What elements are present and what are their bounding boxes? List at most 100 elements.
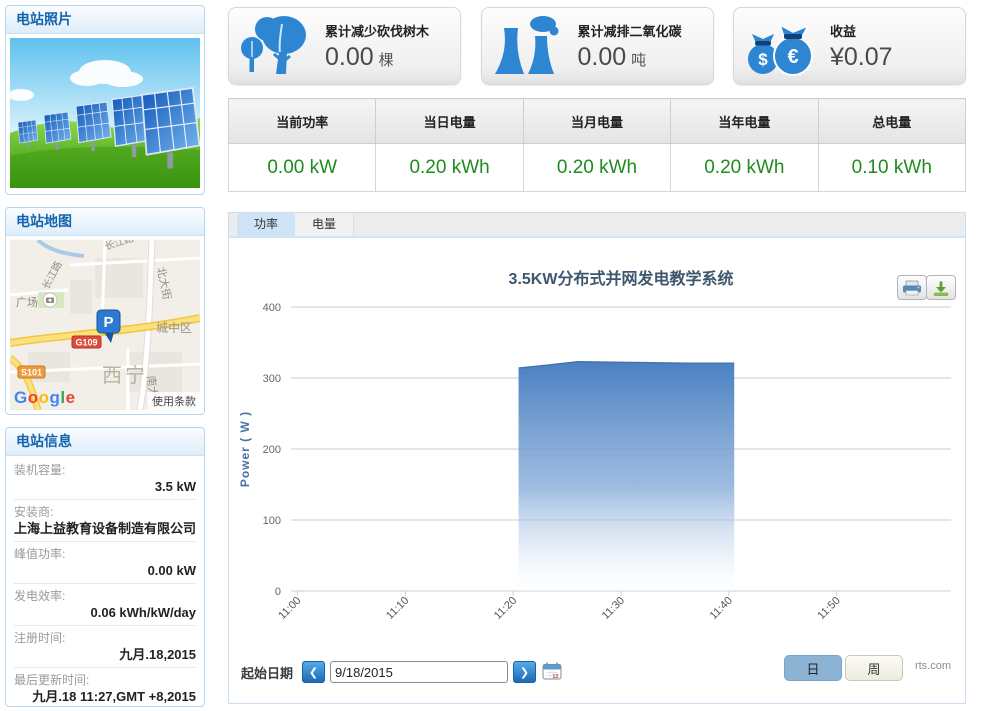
info-field-installer: 安装商: 上海上益教育设备制造有限公司 <box>14 500 196 542</box>
svg-text:12: 12 <box>552 673 558 679</box>
print-chart-button[interactable] <box>897 275 927 300</box>
photo-panel: 电站照片 <box>5 5 205 195</box>
svg-text:11:00: 11:00 <box>276 595 303 622</box>
svg-text:3.5KW分布式并网发电教学系统: 3.5KW分布式并网发电教学系统 <box>509 269 734 288</box>
main-content: 累计减少砍伐树木 0.00棵 累计减排二氧化碳 0.00吨 <box>228 7 966 704</box>
stats-header: 当日电量 <box>376 99 523 144</box>
cooling-towers-icon <box>491 14 569 78</box>
svg-text:P: P <box>103 314 113 331</box>
next-day-button[interactable]: ❯ <box>513 661 536 683</box>
calendar-icon: 12 <box>542 662 562 680</box>
stats-header: 当年电量 <box>671 99 818 144</box>
svg-text:Power ( W ): Power ( W ) <box>238 411 252 487</box>
trees-icon <box>238 14 316 78</box>
chart-tabs: 功率 电量 <box>229 213 965 238</box>
info-panel-title: 电站信息 <box>6 428 204 456</box>
info-field-registered: 注册时间: 九月.18,2015 <box>14 626 196 668</box>
map-canvas[interactable]: 长江路 长江路 北大街 南大街 广场 城中区 西宁 G109 S101 <box>10 240 200 410</box>
info-field-peak-power: 峰值功率: 0.00 kW <box>14 542 196 584</box>
tab-energy[interactable]: 电量 <box>295 213 354 236</box>
map-plaza-label: 广场 <box>16 295 38 309</box>
card-value: ¥0.07 <box>830 43 965 72</box>
svg-text:11:30: 11:30 <box>600 595 627 622</box>
download-chart-button[interactable] <box>926 275 956 300</box>
google-logo[interactable]: Google <box>14 388 76 408</box>
tab-power[interactable]: 功率 <box>237 213 295 236</box>
svg-text:100: 100 <box>263 515 281 527</box>
summary-cards: 累计减少砍伐树木 0.00棵 累计减排二氧化碳 0.00吨 <box>228 7 966 85</box>
svg-text:11:20: 11:20 <box>492 595 519 622</box>
info-field-label: 注册时间: <box>14 630 196 646</box>
card-trees-saved: 累计减少砍伐树木 0.00棵 <box>228 7 461 85</box>
info-field-value: 3.5 kW <box>14 478 196 496</box>
info-field-label: 峰值功率: <box>14 546 196 562</box>
info-field-last-update: 最后更新时间: 九月.18 11:27,GMT +8,2015 <box>14 668 196 709</box>
card-value: 0.00棵 <box>325 43 460 72</box>
map-panel-title: 电站地图 <box>6 208 204 236</box>
info-field-efficiency: 发电效率: 0.06 kWh/kW/day <box>14 584 196 626</box>
stats-header: 当前功率 <box>229 99 376 144</box>
svg-text:200: 200 <box>263 444 281 456</box>
power-area-chart: 0 100 200 300 400 11:00 11:10 11:20 11:30 11:40 11… <box>229 238 965 653</box>
svg-text:11:40: 11:40 <box>708 595 735 622</box>
dollar-glyph: $ <box>758 50 768 69</box>
map-panel: 电站地图 <box>5 207 205 415</box>
card-value: 0.00吨 <box>578 43 713 72</box>
info-field-value: 0.00 kW <box>14 562 196 580</box>
range-toggle: 日 周 <box>784 655 903 681</box>
card-co2-reduced: 累计减排二氧化碳 0.00吨 <box>481 7 714 85</box>
stats-value: 0.10 kWh <box>818 144 965 192</box>
svg-text:11:50: 11:50 <box>815 595 842 622</box>
info-field-value: 九月.18 11:27,GMT +8,2015 <box>14 688 196 706</box>
stats-value: 0.20 kWh <box>376 144 523 192</box>
info-panel: 电站信息 装机容量: 3.5 kW 安装商: 上海上益教育设备制造有限公司 峰值… <box>5 427 205 707</box>
map-district-label: 城中区 <box>156 320 192 335</box>
left-sidebar: 电站照片 <box>5 5 205 707</box>
chart-credits-link[interactable]: rts.com <box>915 660 951 672</box>
info-field-value: 0.06 kWh/kW/day <box>14 604 196 622</box>
svg-text:0: 0 <box>275 586 281 598</box>
svg-text:11:10: 11:10 <box>384 595 411 622</box>
svg-text:400: 400 <box>263 302 281 314</box>
info-field-value: 上海上益教育设备制造有限公司 <box>14 520 196 538</box>
map-city-label: 西宁 <box>102 364 148 387</box>
info-field-capacity: 装机容量: 3.5 kW <box>14 458 196 500</box>
card-label: 累计减排二氧化碳 <box>578 21 713 40</box>
download-icon <box>931 280 951 296</box>
road-shield-s101: S101 <box>18 366 45 378</box>
energy-stats-table: 当前功率 当日电量 当月电量 当年电量 总电量 0.00 kW 0.20 kWh… <box>228 98 966 192</box>
stats-value: 0.00 kW <box>229 144 376 192</box>
card-unit: 棵 <box>379 52 394 69</box>
card-label: 累计减少砍伐树木 <box>325 21 460 40</box>
card-revenue: $ € 收益 ¥0.07 <box>733 7 966 85</box>
svg-text:300: 300 <box>263 373 281 385</box>
svg-text:S101: S101 <box>21 368 42 378</box>
road-shield-g109: G109 <box>72 336 101 348</box>
info-field-label: 安装商: <box>14 504 196 520</box>
stats-header: 当月电量 <box>523 99 670 144</box>
start-date-label: 起始日期 <box>241 663 293 682</box>
printer-icon <box>902 280 922 296</box>
prev-day-button[interactable]: ❮ <box>302 661 325 683</box>
card-label: 收益 <box>830 21 965 40</box>
stats-value: 0.20 kWh <box>523 144 670 192</box>
card-unit: 吨 <box>631 52 646 69</box>
chart-panel: 功率 电量 0 100 200 300 400 11:00 11:10 11:20 11:30 1… <box>228 212 966 704</box>
day-range-button[interactable]: 日 <box>784 655 842 681</box>
start-date-input[interactable] <box>330 661 508 683</box>
svg-text:G109: G109 <box>75 338 97 348</box>
calendar-picker-button[interactable]: 12 <box>542 662 562 683</box>
solar-photo <box>10 38 200 188</box>
info-field-value: 九月.18,2015 <box>14 646 196 664</box>
euro-glyph: € <box>787 46 798 68</box>
date-controls: 起始日期 ❮ ❯ 12 <box>241 661 562 683</box>
stats-value: 0.20 kWh <box>671 144 818 192</box>
money-bags-icon: $ € <box>743 14 821 78</box>
map-terms-link[interactable]: 使用条款 <box>148 392 200 410</box>
info-field-label: 发电效率: <box>14 588 196 604</box>
stats-header: 总电量 <box>818 99 965 144</box>
photo-panel-title: 电站照片 <box>6 6 204 34</box>
info-field-label: 最后更新时间: <box>14 672 196 688</box>
week-range-button[interactable]: 周 <box>845 655 903 681</box>
info-field-label: 装机容量: <box>14 462 196 478</box>
